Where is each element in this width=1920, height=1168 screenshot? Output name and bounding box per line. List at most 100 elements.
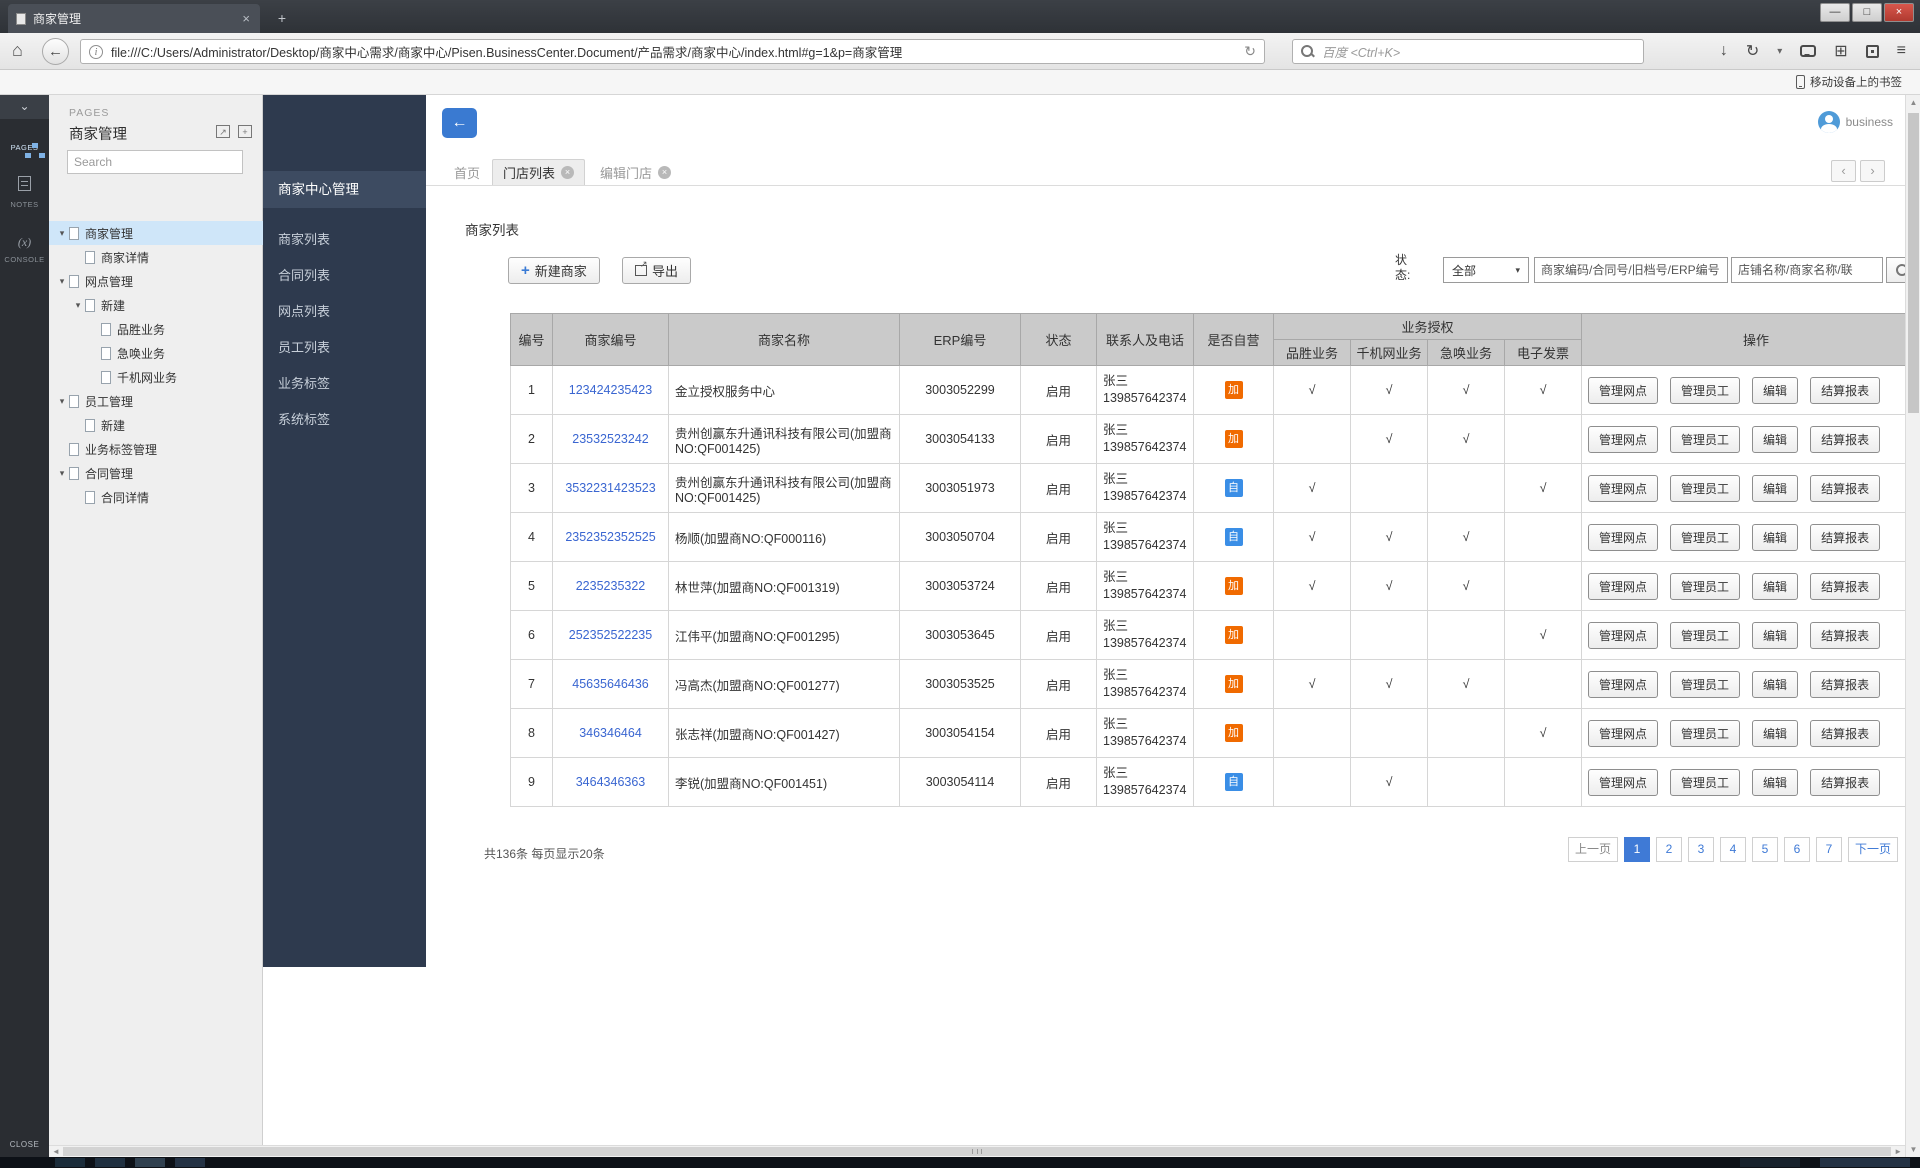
tree-item[interactable]: 千机网业务 bbox=[49, 365, 263, 389]
tab-next-icon[interactable]: › bbox=[1860, 160, 1885, 182]
merchant-no-link[interactable]: 2235235322 bbox=[576, 579, 646, 593]
merchant-no-link[interactable]: 2352352352525 bbox=[565, 530, 655, 544]
merchant-no-link[interactable]: 123424235423 bbox=[569, 383, 652, 397]
back-button[interactable]: ← bbox=[42, 38, 69, 65]
tab-home[interactable]: 首页 bbox=[444, 159, 490, 185]
new-merchant-button[interactable]: + 新建商家 bbox=[508, 257, 600, 284]
tree-item[interactable]: ▾ 网点管理 bbox=[49, 269, 263, 293]
maximize-button[interactable]: □ bbox=[1852, 3, 1882, 22]
plugin-icon[interactable] bbox=[1866, 45, 1879, 58]
expander-icon[interactable]: ▾ bbox=[55, 468, 69, 479]
manage-branches-button[interactable]: 管理网点 bbox=[1588, 573, 1658, 600]
vertical-scrollbar[interactable]: ▲ ▼ bbox=[1905, 95, 1920, 1157]
edit-button[interactable]: 编辑 bbox=[1752, 573, 1798, 600]
collapse-button[interactable]: ⌄ bbox=[0, 95, 49, 119]
vertical-scrollbar-thumb[interactable] bbox=[1908, 113, 1919, 413]
manage-branches-button[interactable]: 管理网点 bbox=[1588, 720, 1658, 747]
reload-icon[interactable]: ↻ bbox=[1244, 43, 1256, 60]
expander-icon[interactable]: ▾ bbox=[71, 300, 85, 311]
page-button[interactable]: 4 bbox=[1720, 837, 1746, 862]
store-name-input[interactable] bbox=[1731, 257, 1883, 283]
close-button[interactable]: × bbox=[1884, 3, 1914, 22]
expander-icon[interactable]: ▾ bbox=[55, 276, 69, 287]
tree-item[interactable]: ▾ 新建 bbox=[49, 293, 263, 317]
edit-button[interactable]: 编辑 bbox=[1752, 426, 1798, 453]
tree-item[interactable]: 新建 bbox=[49, 413, 263, 437]
edit-button[interactable]: 编辑 bbox=[1752, 622, 1798, 649]
export-button[interactable]: 导出 bbox=[622, 257, 691, 284]
tab-edit-store[interactable]: 编辑门店 × bbox=[590, 159, 681, 185]
sidebar-item-business-tags[interactable]: 业务标签 bbox=[263, 366, 426, 402]
merchant-no-link[interactable]: 45635646436 bbox=[572, 677, 648, 691]
edit-button[interactable]: 编辑 bbox=[1752, 769, 1798, 796]
tab-close-icon[interactable]: × bbox=[240, 11, 252, 26]
manage-employees-button[interactable]: 管理员工 bbox=[1670, 475, 1740, 502]
horizontal-scrollbar-thumb[interactable] bbox=[63, 1147, 1891, 1156]
merchant-no-link[interactable]: 3532231423523 bbox=[565, 481, 655, 495]
home-icon[interactable]: ⌂ bbox=[12, 40, 23, 61]
settlement-report-button[interactable]: 结算报表 bbox=[1810, 475, 1880, 502]
settlement-report-button[interactable]: 结算报表 bbox=[1810, 720, 1880, 747]
settlement-report-button[interactable]: 结算报表 bbox=[1810, 671, 1880, 698]
edit-button[interactable]: 编辑 bbox=[1752, 671, 1798, 698]
chat-icon[interactable] bbox=[1800, 45, 1816, 57]
page-button[interactable]: 2 bbox=[1656, 837, 1682, 862]
settlement-report-button[interactable]: 结算报表 bbox=[1810, 769, 1880, 796]
scroll-right-icon[interactable]: ► bbox=[1894, 1146, 1902, 1157]
browser-search[interactable]: 百度 <Ctrl+K> bbox=[1292, 39, 1644, 64]
download-icon[interactable]: ↓ bbox=[1720, 42, 1728, 60]
tab-close-icon[interactable]: × bbox=[658, 166, 671, 179]
table-search-button[interactable] bbox=[1886, 257, 1905, 283]
merchant-no-link[interactable]: 252352522235 bbox=[569, 628, 652, 642]
manage-employees-button[interactable]: 管理员工 bbox=[1670, 426, 1740, 453]
url-bar[interactable]: i file:///C:/Users/Administrator/Desktop… bbox=[80, 39, 1265, 64]
manage-employees-button[interactable]: 管理员工 bbox=[1670, 769, 1740, 796]
browser-tab[interactable]: 商家管理 × bbox=[8, 4, 260, 33]
next-page-button[interactable]: 下一页 bbox=[1848, 837, 1898, 862]
tree-item[interactable]: 合同详情 bbox=[49, 485, 263, 509]
manage-employees-button[interactable]: 管理员工 bbox=[1670, 622, 1740, 649]
tree-item[interactable]: 急唤业务 bbox=[49, 341, 263, 365]
page-button[interactable]: 5 bbox=[1752, 837, 1778, 862]
tab-store-list[interactable]: 门店列表 × bbox=[492, 159, 585, 185]
merchant-no-link[interactable]: 23532523242 bbox=[572, 432, 648, 446]
sidebar-item-contract-list[interactable]: 合同列表 bbox=[263, 258, 426, 294]
tree-item[interactable]: ▾ 商家管理 bbox=[49, 221, 263, 245]
manage-branches-button[interactable]: 管理网点 bbox=[1588, 377, 1658, 404]
horizontal-scrollbar[interactable]: ◄ ► bbox=[49, 1145, 1905, 1157]
edit-button[interactable]: 编辑 bbox=[1752, 524, 1798, 551]
prev-page-button[interactable]: 上一页 bbox=[1568, 837, 1618, 862]
expander-icon[interactable]: ▾ bbox=[55, 396, 69, 407]
user-menu[interactable]: business bbox=[1818, 111, 1893, 133]
sidebar-item-merchant-list[interactable]: 商家列表 bbox=[263, 222, 426, 258]
pages-search-input[interactable] bbox=[67, 150, 243, 174]
edit-button[interactable]: 编辑 bbox=[1752, 720, 1798, 747]
settlement-report-button[interactable]: 结算报表 bbox=[1810, 377, 1880, 404]
history-icon[interactable]: ↻ bbox=[1746, 41, 1759, 61]
settlement-report-button[interactable]: 结算报表 bbox=[1810, 622, 1880, 649]
tree-item[interactable]: 业务标签管理 bbox=[49, 437, 263, 461]
status-select[interactable]: 全部 ▾ bbox=[1443, 257, 1529, 283]
manage-branches-button[interactable]: 管理网点 bbox=[1588, 426, 1658, 453]
manage-employees-button[interactable]: 管理员工 bbox=[1670, 720, 1740, 747]
tab-prev-icon[interactable]: ‹ bbox=[1831, 160, 1856, 182]
grid-icon[interactable]: ⊞ bbox=[1834, 41, 1847, 61]
manage-branches-button[interactable]: 管理网点 bbox=[1588, 769, 1658, 796]
page-button[interactable]: 1 bbox=[1624, 837, 1650, 862]
tree-item[interactable]: ▾ 合同管理 bbox=[49, 461, 263, 485]
strip-close-button[interactable]: CLOSE bbox=[0, 1140, 49, 1149]
sidebar-item-branch-list[interactable]: 网点列表 bbox=[263, 294, 426, 330]
sidebar-item-employee-list[interactable]: 员工列表 bbox=[263, 330, 426, 366]
scroll-left-icon[interactable]: ◄ bbox=[52, 1146, 60, 1157]
menu-icon[interactable]: ≡ bbox=[1897, 42, 1906, 60]
expander-icon[interactable]: ▾ bbox=[55, 228, 69, 239]
manage-branches-button[interactable]: 管理网点 bbox=[1588, 475, 1658, 502]
info-icon[interactable]: i bbox=[89, 45, 103, 59]
strip-item-pages[interactable]: PAGES bbox=[0, 143, 49, 152]
merchant-no-link[interactable]: 3464346363 bbox=[576, 775, 646, 789]
settlement-report-button[interactable]: 结算报表 bbox=[1810, 524, 1880, 551]
tree-item[interactable]: ▾ 员工管理 bbox=[49, 389, 263, 413]
new-tab-button[interactable]: + bbox=[270, 9, 294, 28]
manage-employees-button[interactable]: 管理员工 bbox=[1670, 524, 1740, 551]
page-button[interactable]: 3 bbox=[1688, 837, 1714, 862]
